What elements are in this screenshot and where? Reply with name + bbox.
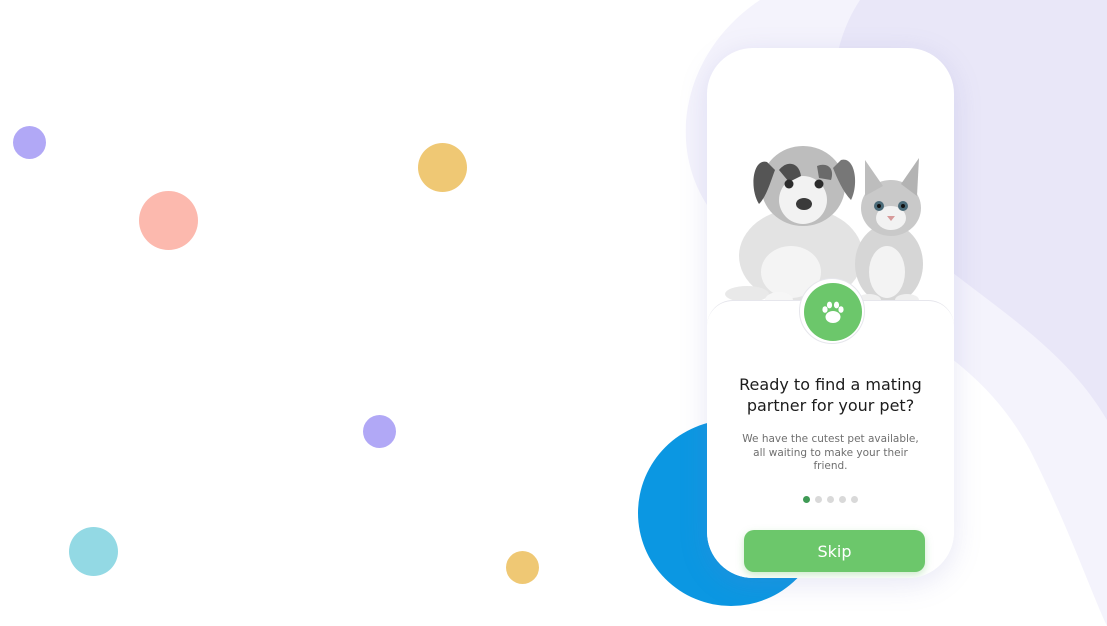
decor-dot-yellow-small (506, 551, 539, 584)
page-dot-5[interactable] (851, 496, 858, 503)
page-dot-1[interactable] (803, 496, 810, 503)
decor-dot-peach (139, 191, 198, 250)
skip-button[interactable]: Skip (744, 530, 925, 572)
paw-badge (804, 283, 862, 341)
decor-dot-teal (69, 527, 118, 576)
onboarding-description: We have the cutest pet available, all wa… (742, 433, 919, 472)
onboarding-title: Ready to find a mating partner for your … (739, 375, 922, 415)
decor-dot-yellow (418, 143, 467, 192)
phone-screen: Ready to find a mating partner for your … (707, 48, 954, 578)
page-dot-2[interactable] (815, 496, 822, 503)
decor-dot-purple-small (363, 415, 396, 448)
paw-icon (822, 301, 844, 323)
page-dot-4[interactable] (839, 496, 846, 503)
decor-dot-purple (13, 126, 46, 159)
page-dot-3[interactable] (827, 496, 834, 503)
page-indicator (707, 496, 954, 503)
